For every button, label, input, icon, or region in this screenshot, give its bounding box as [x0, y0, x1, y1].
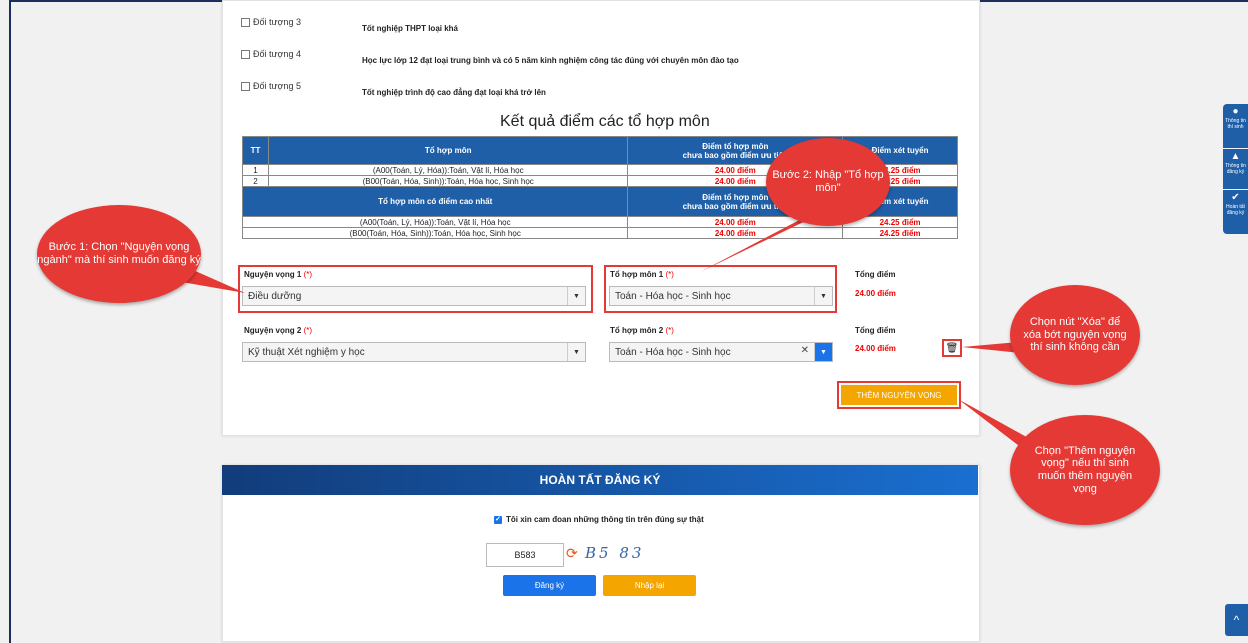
finish-header: HOÀN TẤT ĐĂNG KÝ [222, 465, 978, 495]
callout-step2: Bước 2: Nhập "Tổ hợp môn" [766, 138, 890, 226]
side-tab-label: Thông tin đăng ký [1225, 163, 1246, 175]
checkbox-checked-icon[interactable]: ✓ [494, 515, 502, 524]
reset-button[interactable]: Nhập lại [603, 575, 696, 596]
register-button[interactable]: Đăng ký [503, 575, 596, 596]
scroll-top-button[interactable]: ^ [1225, 604, 1248, 636]
callout-step1: Bước 1: Chọn "Nguyện vọng ngành" mà thí … [37, 205, 201, 303]
agree-checkbox[interactable]: ✓ Tôi xin cam đoan những thông tin trên đ… [494, 515, 704, 524]
callout-delete: Chọn nút "Xóa" để xóa bớt nguyện vọng th… [1010, 285, 1140, 385]
side-tab-label: Thông tin thí sinh [1225, 118, 1246, 130]
captcha-image: B5 83 [585, 544, 645, 562]
check-circle-icon: ✔ [1231, 192, 1240, 203]
user-circle-icon: ● [1232, 106, 1239, 117]
side-tab-candidate-info[interactable]: ● Thông tin thí sinh [1223, 104, 1248, 148]
captcha-input[interactable]: B583 [486, 543, 564, 567]
graduation-cap-icon: ▲ [1230, 151, 1241, 162]
side-tab-registration-info[interactable]: ▲ Thông tin đăng ký [1223, 149, 1248, 189]
side-tab-finish[interactable]: ✔ Hoàn tất đăng ký [1223, 190, 1248, 234]
chevron-up-icon[interactable]: ^ [1234, 613, 1240, 627]
agree-text: Tôi xin cam đoan những thông tin trên đú… [506, 515, 704, 524]
callout-add: Chọn "Thêm nguyện vọng" nếu thí sinh muố… [1010, 415, 1160, 525]
refresh-captcha-icon[interactable]: ⟳ [566, 545, 578, 562]
side-tab-label: Hoàn tất đăng ký [1226, 204, 1245, 216]
